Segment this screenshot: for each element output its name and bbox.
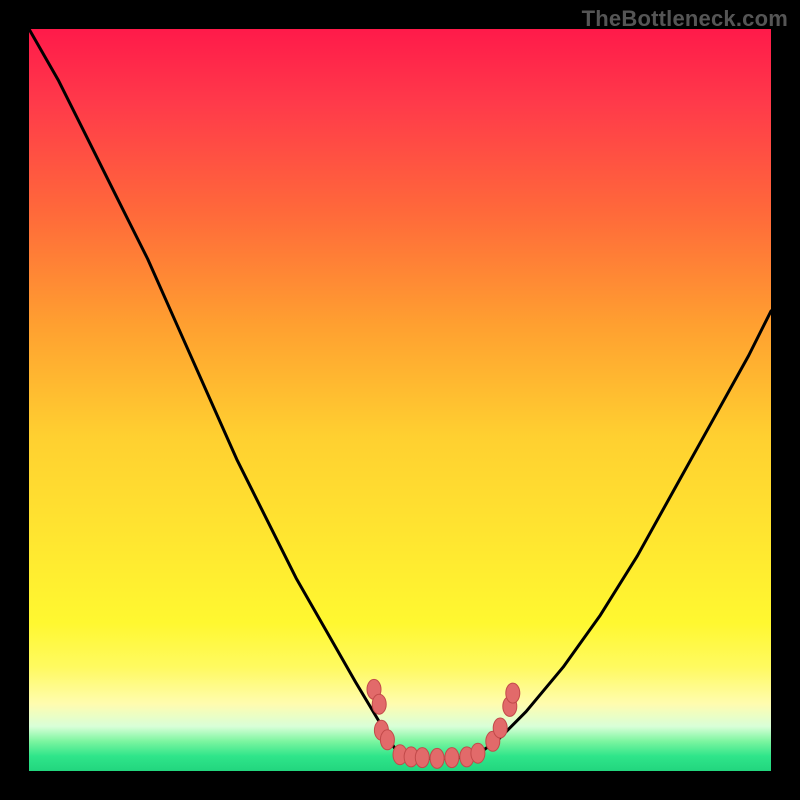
chart-plot-area [29,29,771,771]
